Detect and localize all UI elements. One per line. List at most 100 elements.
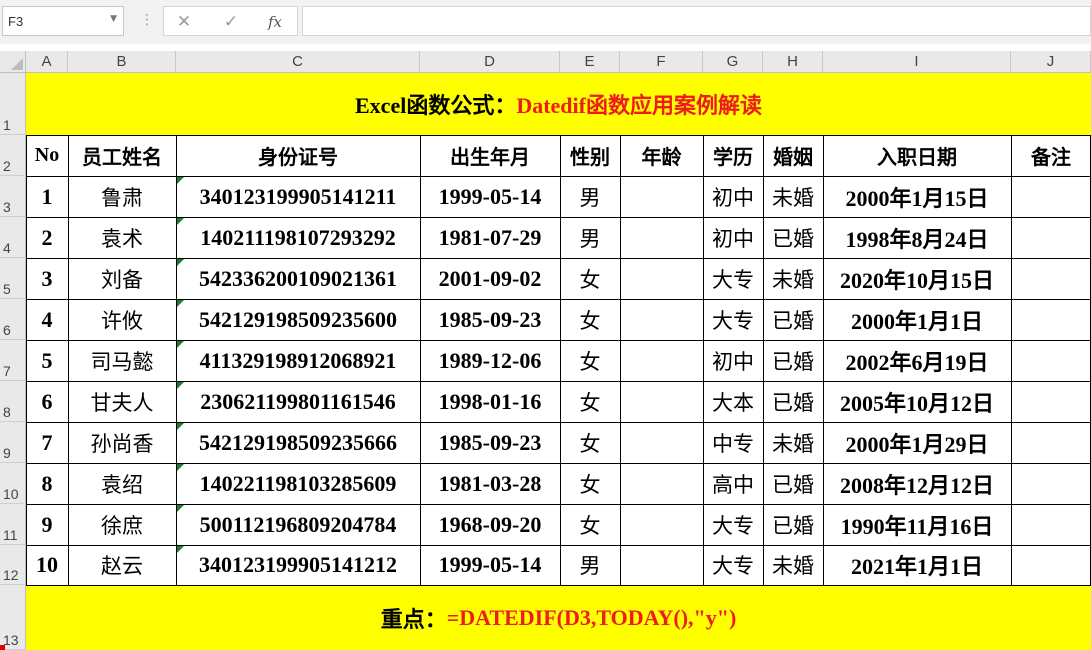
cell-col-h-row3[interactable]: 未婚	[763, 176, 823, 217]
selected-cell[interactable]	[620, 176, 703, 217]
cell-col-g-row4[interactable]: 初中	[703, 217, 763, 258]
cell-col-e-row10[interactable]: 女	[560, 463, 620, 504]
row-header-1[interactable]: 1	[0, 73, 26, 135]
cell-col-b-row12[interactable]: 赵云	[68, 545, 176, 585]
cell-col-b-row8[interactable]: 甘夫人	[68, 381, 176, 422]
header-cell-col-a[interactable]: No	[26, 135, 68, 176]
formula-note[interactable]: 重点： =DATEDIF(D3,TODAY(),"y")	[26, 585, 1091, 650]
cell-col-e-row3[interactable]: 男	[560, 176, 620, 217]
cell-col-i-row11[interactable]: 1990年11月16日	[823, 504, 1011, 545]
cell-col-e-row6[interactable]: 女	[560, 299, 620, 340]
cell-col-i-row10[interactable]: 2008年12月12日	[823, 463, 1011, 504]
cell-col-j-row6[interactable]	[1011, 299, 1091, 340]
cell-col-h-row10[interactable]: 已婚	[763, 463, 823, 504]
header-cell-col-g[interactable]: 学历	[703, 135, 763, 176]
row-header-6[interactable]: 6	[0, 299, 26, 340]
column-header-e[interactable]: E	[560, 51, 620, 73]
cell-col-h-row6[interactable]: 已婚	[763, 299, 823, 340]
cell-col-c-row8[interactable]: 230621199801161546	[176, 381, 420, 422]
row-header-4[interactable]: 4	[0, 217, 26, 258]
cell-col-c-row9[interactable]: 542129198509235666	[176, 422, 420, 463]
cell-col-a-row9[interactable]: 7	[26, 422, 68, 463]
select-all-button[interactable]	[0, 51, 26, 73]
cell-col-b-row5[interactable]: 刘备	[68, 258, 176, 299]
column-header-j[interactable]: J	[1011, 51, 1091, 73]
cell-col-e-row8[interactable]: 女	[560, 381, 620, 422]
cell-col-a-row12[interactable]: 10	[26, 545, 68, 585]
cell-col-b-row3[interactable]: 鲁肃	[68, 176, 176, 217]
row-header-11[interactable]: 11	[0, 504, 26, 545]
enter-icon[interactable]: ✓	[217, 10, 245, 34]
cell-col-j-row11[interactable]	[1011, 504, 1091, 545]
cell-col-g-row3[interactable]: 初中	[703, 176, 763, 217]
cell-col-c-row6[interactable]: 542129198509235600	[176, 299, 420, 340]
cell-col-a-row7[interactable]: 5	[26, 340, 68, 381]
cell-col-a-row11[interactable]: 9	[26, 504, 68, 545]
cell-col-h-row4[interactable]: 已婚	[763, 217, 823, 258]
cell-col-b-row7[interactable]: 司马懿	[68, 340, 176, 381]
header-cell-col-h[interactable]: 婚姻	[763, 135, 823, 176]
cell-col-b-row11[interactable]: 徐庶	[68, 504, 176, 545]
cell-col-c-row11[interactable]: 500112196809204784	[176, 504, 420, 545]
row-header-7[interactable]: 7	[0, 340, 26, 381]
cell-col-h-row9[interactable]: 未婚	[763, 422, 823, 463]
cell-col-d-row5[interactable]: 2001-09-02	[420, 258, 560, 299]
cell-col-j-row7[interactable]	[1011, 340, 1091, 381]
cell-col-i-row5[interactable]: 2020年10月15日	[823, 258, 1011, 299]
cell-col-g-row5[interactable]: 大专	[703, 258, 763, 299]
cell-col-j-row4[interactable]	[1011, 217, 1091, 258]
cell-col-h-row11[interactable]: 已婚	[763, 504, 823, 545]
cell-col-j-row3[interactable]	[1011, 176, 1091, 217]
column-header-g[interactable]: G	[703, 51, 763, 73]
cell-col-e-row5[interactable]: 女	[560, 258, 620, 299]
cell-col-c-row3[interactable]: 340123199905141211	[176, 176, 420, 217]
insert-function-icon[interactable]: fx	[261, 10, 289, 34]
column-header-i[interactable]: I	[823, 51, 1011, 73]
cell-col-f-row12[interactable]	[620, 545, 703, 585]
header-cell-col-j[interactable]: 备注	[1011, 135, 1091, 176]
cell-col-a-row10[interactable]: 8	[26, 463, 68, 504]
cell-col-j-row8[interactable]	[1011, 381, 1091, 422]
cell-col-j-row10[interactable]	[1011, 463, 1091, 504]
cell-col-c-row12[interactable]: 340123199905141212	[176, 545, 420, 585]
cell-col-j-row12[interactable]	[1011, 545, 1091, 585]
column-header-c[interactable]: C	[176, 51, 420, 73]
header-cell-col-c[interactable]: 身份证号	[176, 135, 420, 176]
cell-col-f-row6[interactable]	[620, 299, 703, 340]
cancel-icon[interactable]: ✕	[170, 10, 198, 34]
cell-col-f-row10[interactable]	[620, 463, 703, 504]
cell-col-i-row8[interactable]: 2005年10月12日	[823, 381, 1011, 422]
cell-col-i-row6[interactable]: 2000年1月1日	[823, 299, 1011, 340]
row-header-9[interactable]: 9	[0, 422, 26, 463]
cell-col-f-row11[interactable]	[620, 504, 703, 545]
column-header-f[interactable]: F	[620, 51, 703, 73]
cell-col-g-row11[interactable]: 大专	[703, 504, 763, 545]
cell-col-d-row6[interactable]: 1985-09-23	[420, 299, 560, 340]
cell-col-d-row9[interactable]: 1985-09-23	[420, 422, 560, 463]
row-header-3[interactable]: 3	[0, 176, 26, 217]
row-header-13[interactable]: 13	[0, 585, 26, 650]
cell-col-f-row8[interactable]	[620, 381, 703, 422]
cell-col-i-row12[interactable]: 2021年1月1日	[823, 545, 1011, 585]
cell-col-b-row10[interactable]: 袁绍	[68, 463, 176, 504]
column-header-b[interactable]: B	[68, 51, 176, 73]
cell-col-j-row5[interactable]	[1011, 258, 1091, 299]
header-cell-col-b[interactable]: 员工姓名	[68, 135, 176, 176]
cell-col-c-row5[interactable]: 542336200109021361	[176, 258, 420, 299]
cell-col-a-row8[interactable]: 6	[26, 381, 68, 422]
cell-col-f-row5[interactable]	[620, 258, 703, 299]
header-cell-col-e[interactable]: 性别	[560, 135, 620, 176]
cell-col-e-row4[interactable]: 男	[560, 217, 620, 258]
row-header-10[interactable]: 10	[0, 463, 26, 504]
row-header-5[interactable]: 5	[0, 258, 26, 299]
column-header-a[interactable]: A	[26, 51, 68, 73]
cell-col-c-row7[interactable]: 411329198912068921	[176, 340, 420, 381]
cell-col-h-row12[interactable]: 未婚	[763, 545, 823, 585]
sheet-title[interactable]: Excel函数公式： Datedif函数应用案例解读	[26, 73, 1091, 135]
cell-col-i-row4[interactable]: 1998年8月24日	[823, 217, 1011, 258]
column-header-h[interactable]: H	[763, 51, 823, 73]
row-header-8[interactable]: 8	[0, 381, 26, 422]
row-header-12[interactable]: 12	[0, 545, 26, 585]
cell-col-f-row9[interactable]	[620, 422, 703, 463]
chevron-down-icon[interactable]: ▼	[110, 14, 117, 24]
